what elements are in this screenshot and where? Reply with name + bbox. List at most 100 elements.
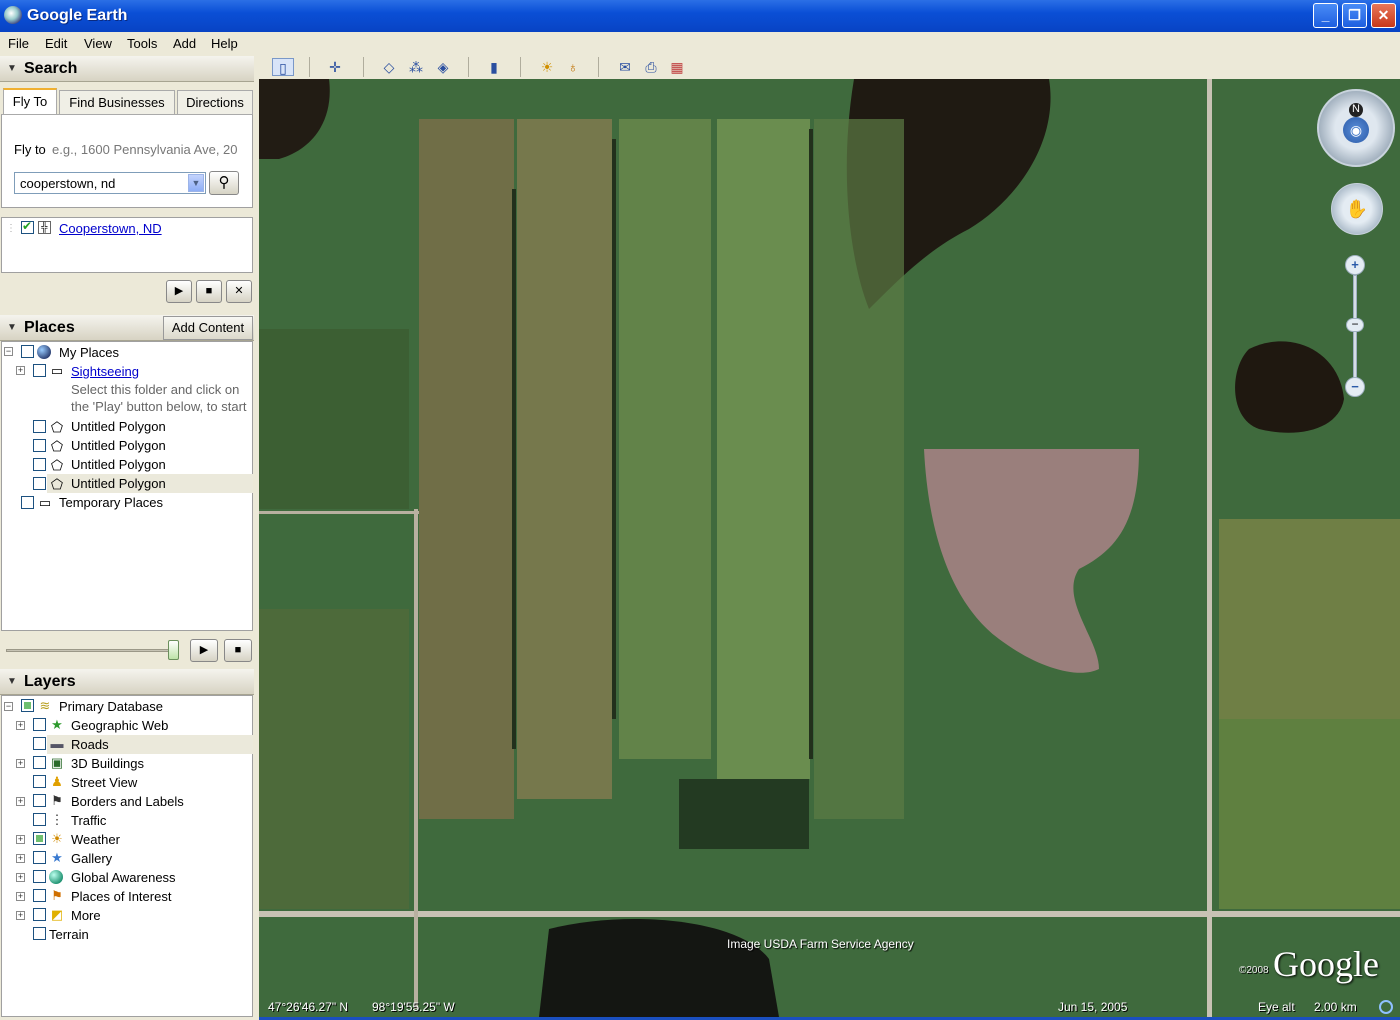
zoom-slider-handle[interactable]: − xyxy=(1346,318,1364,332)
map-view[interactable]: N ◉ ✋ + − − Image USDA Farm Service Agen… xyxy=(259,79,1400,1017)
3d-buildings-checkbox[interactable] xyxy=(33,756,46,769)
menu-view[interactable]: View xyxy=(84,36,112,51)
traffic-checkbox[interactable] xyxy=(33,813,46,826)
search-input[interactable]: cooperstown, nd ▼ xyxy=(14,172,206,194)
layer-primary-database[interactable]: Primary Database xyxy=(59,699,163,718)
terrain-checkbox[interactable] xyxy=(33,927,46,940)
zoom-in-icon[interactable]: + xyxy=(1345,255,1365,275)
weather-checkbox[interactable] xyxy=(33,832,46,845)
menu-file[interactable]: File xyxy=(8,36,29,51)
temporary-places-checkbox[interactable] xyxy=(21,496,34,509)
my-places-checkbox[interactable] xyxy=(21,345,34,358)
expand-sightseeing[interactable]: + xyxy=(16,366,25,375)
clear-search-button[interactable]: ✕ xyxy=(226,280,252,303)
dropdown-chevron-icon[interactable]: ▼ xyxy=(188,174,204,192)
layers-panel-header[interactable]: ▼ Layers xyxy=(0,669,254,695)
sightseeing-checkbox[interactable] xyxy=(33,364,46,377)
temporary-places-label[interactable]: Temporary Places xyxy=(59,495,163,514)
layer-3d-buildings[interactable]: 3D Buildings xyxy=(71,756,144,775)
gallery-checkbox[interactable] xyxy=(33,851,46,864)
play-tour-button[interactable]: ▶ xyxy=(166,280,192,303)
menu-tools[interactable]: Tools xyxy=(127,36,157,51)
zoom-out-icon[interactable]: − xyxy=(1345,377,1365,397)
tour-slider-handle[interactable] xyxy=(168,640,179,660)
play-places-button[interactable]: ▶ xyxy=(190,639,218,662)
look-compass[interactable]: N ◉ xyxy=(1317,89,1395,167)
result-checkbox[interactable] xyxy=(21,219,34,234)
global-awareness-checkbox[interactable] xyxy=(33,870,46,883)
layer-roads[interactable]: Roads xyxy=(71,737,109,756)
layer-more[interactable]: More xyxy=(71,908,101,927)
my-places-label[interactable]: My Places xyxy=(59,345,119,364)
polygon-item-1[interactable]: Untitled Polygon xyxy=(71,419,166,438)
layer-weather[interactable]: Weather xyxy=(71,832,120,851)
menu-help[interactable]: Help xyxy=(211,36,238,51)
more-checkbox[interactable] xyxy=(33,908,46,921)
borders-checkbox[interactable] xyxy=(33,794,46,807)
layer-places-of-interest[interactable]: Places of Interest xyxy=(71,889,171,908)
eye-icon[interactable]: ◉ xyxy=(1343,117,1369,143)
layer-borders-labels[interactable]: Borders and Labels xyxy=(71,794,184,813)
expand-gallery[interactable]: + xyxy=(16,854,25,863)
sightseeing-label[interactable]: Sightseeing xyxy=(71,364,139,383)
layer-traffic[interactable]: Traffic xyxy=(71,813,106,832)
expand-borders[interactable]: + xyxy=(16,797,25,806)
polygon-checkbox[interactable] xyxy=(33,439,46,452)
expand-global-awareness[interactable]: + xyxy=(16,873,25,882)
ruler-icon[interactable]: ▮ xyxy=(483,58,505,76)
expand-places-of-interest[interactable]: + xyxy=(16,892,25,901)
print-icon[interactable]: ⎙ xyxy=(640,58,662,76)
tab-find-businesses[interactable]: Find Businesses xyxy=(59,90,175,116)
street-view-checkbox[interactable] xyxy=(33,775,46,788)
polygon-tool-icon[interactable]: ◇ xyxy=(378,58,400,76)
layer-terrain[interactable]: Terrain xyxy=(49,927,89,946)
layer-global-awareness[interactable]: Global Awareness xyxy=(71,870,176,889)
compass-north[interactable]: N xyxy=(1349,103,1363,117)
tab-fly-to[interactable]: Fly To xyxy=(3,88,57,116)
path-tool-icon[interactable]: ⁂ xyxy=(405,58,427,76)
layer-street-view[interactable]: Street View xyxy=(71,775,137,794)
places-panel-header[interactable]: ▼ Places Add Content xyxy=(0,315,254,341)
collapse-arrow-icon[interactable]: ▼ xyxy=(7,322,17,333)
polygon-checkbox[interactable] xyxy=(33,458,46,471)
result-cooperstown[interactable]: Cooperstown, ND xyxy=(59,221,162,236)
collapse-primary-database[interactable]: − xyxy=(4,702,13,711)
expand-more[interactable]: + xyxy=(16,911,25,920)
polygon-item-2[interactable]: Untitled Polygon xyxy=(71,438,166,457)
email-icon[interactable]: ✉ xyxy=(614,58,636,76)
polygon-item-4[interactable]: Untitled Polygon xyxy=(71,476,166,495)
google-maps-icon[interactable]: ▦ xyxy=(666,58,688,76)
search-panel-header[interactable]: ▼ Search xyxy=(0,56,254,82)
stop-tour-button[interactable]: ■ xyxy=(196,280,222,303)
expand-geographic-web[interactable]: + xyxy=(16,721,25,730)
stop-places-button[interactable]: ■ xyxy=(224,639,252,662)
collapse-arrow-icon[interactable]: ▼ xyxy=(7,63,17,74)
polygon-checkbox[interactable] xyxy=(33,477,46,490)
sunlight-icon[interactable]: ☀ xyxy=(536,58,558,76)
sidebar-toggle-icon[interactable]: ▯ xyxy=(272,58,294,76)
geographic-web-checkbox[interactable] xyxy=(33,718,46,731)
close-button[interactable]: ✕ xyxy=(1371,3,1396,28)
places-of-interest-checkbox[interactable] xyxy=(33,889,46,902)
sky-planet-icon[interactable]: ♁ xyxy=(562,58,584,76)
expand-weather[interactable]: + xyxy=(16,835,25,844)
minimize-button[interactable]: _ xyxy=(1313,3,1338,28)
tab-directions[interactable]: Directions xyxy=(177,90,253,116)
search-button[interactable]: ⚲ xyxy=(209,171,239,195)
move-hand-icon[interactable]: ✋ xyxy=(1331,183,1383,235)
expand-3d-buildings[interactable]: + xyxy=(16,759,25,768)
satellite-imagery[interactable] xyxy=(259,79,1400,1017)
menu-add[interactable]: Add xyxy=(173,36,196,51)
collapse-my-places[interactable]: − xyxy=(4,347,13,356)
polygon-checkbox[interactable] xyxy=(33,420,46,433)
image-overlay-icon[interactable]: ◈ xyxy=(432,58,454,76)
roads-checkbox[interactable] xyxy=(33,737,46,750)
menu-edit[interactable]: Edit xyxy=(45,36,67,51)
collapse-arrow-icon[interactable]: ▼ xyxy=(7,676,17,687)
layer-gallery[interactable]: Gallery xyxy=(71,851,112,870)
add-content-button[interactable]: Add Content xyxy=(163,316,253,340)
primary-database-checkbox[interactable] xyxy=(21,699,34,712)
placemark-icon[interactable]: ✛ xyxy=(324,58,346,76)
tour-speed-slider[interactable] xyxy=(6,649,176,652)
maximize-button[interactable]: ❐ xyxy=(1342,3,1367,28)
